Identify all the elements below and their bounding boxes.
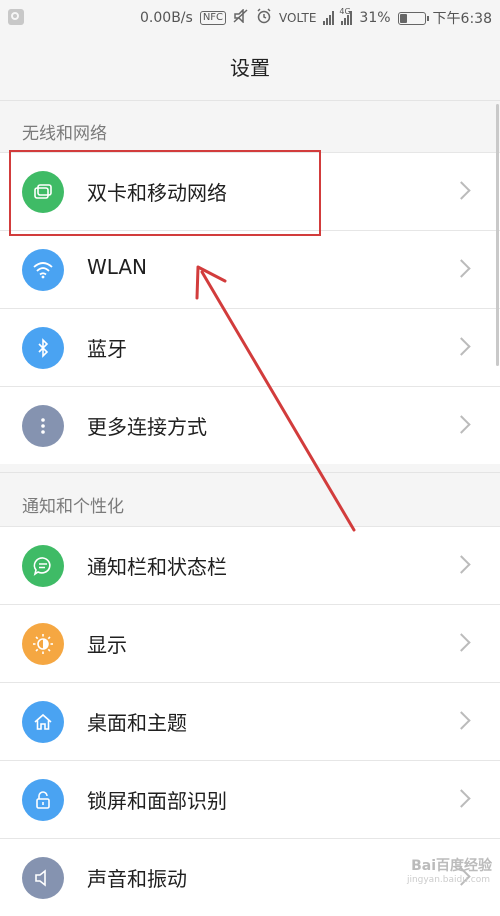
annotation-arrow — [195, 265, 356, 532]
watermark-logo: Bai百度经验 — [411, 858, 492, 874]
watermark-url: jingyan.baidu.com — [406, 875, 490, 885]
